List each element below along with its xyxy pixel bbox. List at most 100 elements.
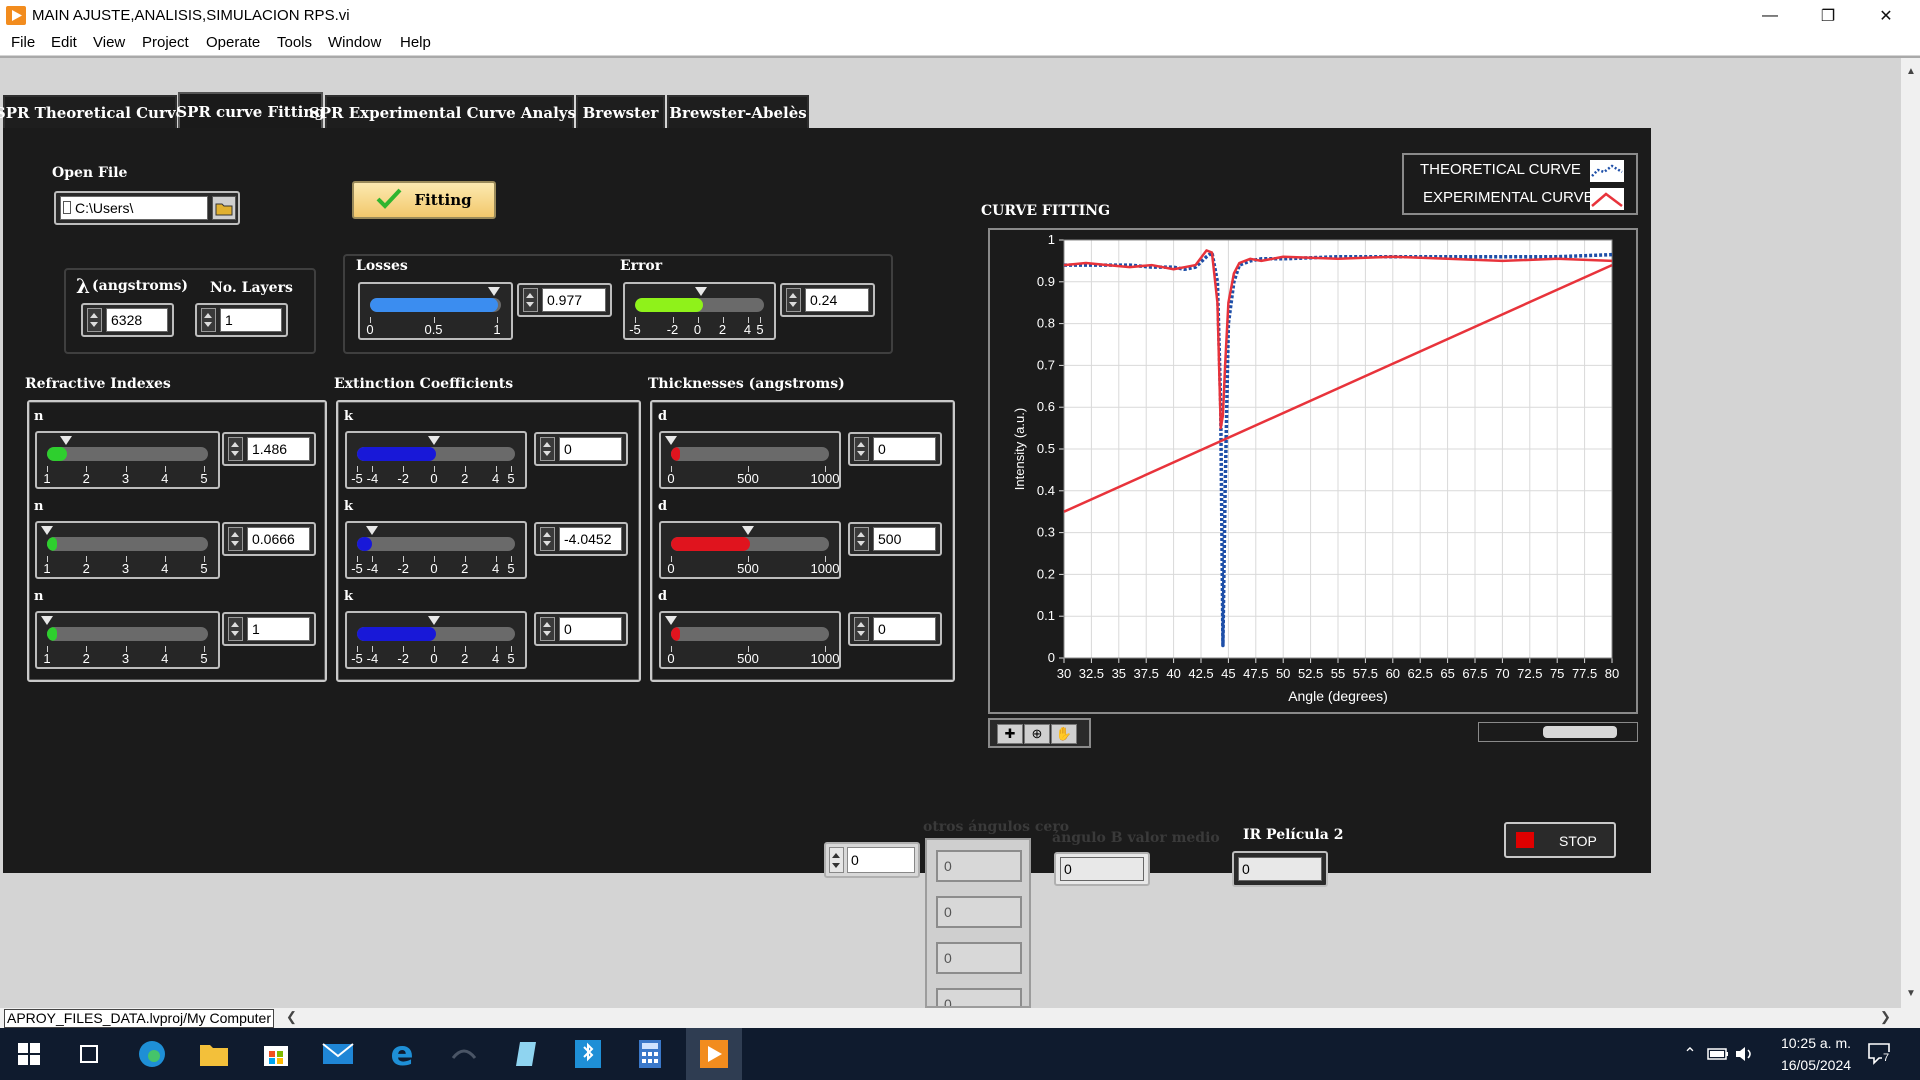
slider-thumb[interactable]: [41, 526, 53, 535]
slider-track[interactable]: [357, 537, 515, 551]
refractive-slider-1[interactable]: 1 2 3 4 5: [35, 431, 220, 489]
app-icon-dim[interactable]: [446, 1036, 482, 1072]
fitting-button[interactable]: Fitting: [352, 181, 496, 219]
spin-buttons[interactable]: [540, 527, 555, 551]
thickness-value-1[interactable]: 0: [873, 437, 936, 461]
spin-buttons[interactable]: [854, 437, 869, 461]
curve-fitting-graph[interactable]: 30 32.5 35 37.5 40 42.5 45 47.5 50 52.5 55 57.5 60 62…: [988, 228, 1638, 714]
tab-spr-curve-fitting[interactable]: SPR curve Fitting: [176, 92, 325, 130]
notifications-icon[interactable]: 7: [1862, 1036, 1898, 1072]
refractive-value-1[interactable]: 1.486: [247, 437, 310, 461]
layers-value[interactable]: 1: [220, 308, 282, 332]
spin-buttons[interactable]: [540, 437, 555, 461]
array-index-control[interactable]: 0: [824, 842, 920, 878]
wavelength-value[interactable]: 6328: [106, 308, 168, 332]
error-slider[interactable]: -5 -2 0 2 4 5: [623, 282, 776, 340]
calculator-icon[interactable]: [632, 1036, 668, 1072]
folder-open-icon[interactable]: [212, 196, 236, 220]
notes-app-icon[interactable]: [508, 1036, 544, 1072]
file-path-input[interactable]: C:\Users\: [60, 196, 208, 220]
minimize-icon[interactable]: —: [1741, 0, 1799, 31]
restore-icon[interactable]: ❐: [1799, 0, 1857, 31]
spin-buttons[interactable]: [228, 527, 243, 551]
thickness-numeric-3[interactable]: 0: [848, 612, 942, 646]
slider-thumb[interactable]: [428, 436, 440, 445]
extinction-numeric-2[interactable]: -4.0452: [534, 522, 628, 556]
slider-thumb[interactable]: [665, 616, 677, 625]
edge-browser-icon[interactable]: [134, 1036, 170, 1072]
slider-track[interactable]: [635, 298, 764, 312]
error-value[interactable]: 0.24: [805, 288, 869, 312]
thickness-value-2[interactable]: 500: [873, 527, 936, 551]
losses-value[interactable]: 0.977: [542, 288, 606, 312]
spin-buttons[interactable]: [201, 308, 216, 332]
layers-numeric[interactable]: 1: [195, 303, 288, 337]
vertical-scrollbar[interactable]: ▲ ▼: [1901, 58, 1920, 1008]
slider-thumb[interactable]: [488, 287, 501, 296]
slider-track[interactable]: [671, 537, 829, 551]
scrollbar-thumb[interactable]: [1543, 726, 1617, 738]
bluetooth-app-icon[interactable]: [570, 1036, 606, 1072]
graph-scrollbar[interactable]: [1478, 722, 1638, 742]
array-index-value[interactable]: 0: [847, 847, 915, 873]
menu-project[interactable]: Project: [136, 34, 195, 51]
pan-hand-icon[interactable]: ✋: [1051, 724, 1077, 744]
extinction-slider-3[interactable]: -5 -4 -2 0 2 4 5: [345, 611, 527, 669]
refractive-value-2[interactable]: 0.0666: [247, 527, 310, 551]
thickness-slider-2[interactable]: 0 500 1000: [659, 521, 841, 579]
extinction-value-2[interactable]: -4.0452: [559, 527, 622, 551]
menu-tools[interactable]: Tools: [271, 34, 318, 51]
thickness-slider-1[interactable]: 0 500 1000: [659, 431, 841, 489]
slider-thumb[interactable]: [41, 616, 53, 625]
labview-taskbar-icon[interactable]: [686, 1028, 742, 1080]
slider-track[interactable]: [47, 537, 208, 551]
task-view-icon[interactable]: [71, 1036, 107, 1072]
slider-track[interactable]: [47, 627, 208, 641]
extinction-value-3[interactable]: 0: [559, 617, 622, 641]
slider-track[interactable]: [671, 447, 829, 461]
slider-track[interactable]: [47, 447, 208, 461]
wavelength-numeric[interactable]: 6328: [81, 303, 174, 337]
clock-date[interactable]: 16/05/2024: [1764, 1057, 1868, 1073]
losses-slider[interactable]: 0 0.5 1: [358, 282, 513, 340]
tab-spr-experimental-curve-analysis[interactable]: SPR Experimental Curve Analysis: [309, 95, 590, 128]
slider-thumb[interactable]: [365, 526, 378, 535]
extinction-slider-2[interactable]: -5 -4 -2 0 2 4 5: [345, 521, 527, 579]
slider-track[interactable]: [357, 447, 515, 461]
refractive-numeric-3[interactable]: 1: [222, 612, 316, 646]
volume-icon[interactable]: [1727, 1036, 1763, 1072]
slider-thumb[interactable]: [694, 287, 707, 296]
menu-window[interactable]: Window: [322, 34, 387, 51]
slider-track[interactable]: [671, 627, 829, 641]
zoom-icon[interactable]: ⊕: [1024, 724, 1050, 744]
scroll-left-icon[interactable]: ❮: [286, 1009, 297, 1025]
refractive-numeric-2[interactable]: 0.0666: [222, 522, 316, 556]
extinction-slider-1[interactable]: -5 -4 -2 0 2 4 5: [345, 431, 527, 489]
losses-numeric[interactable]: 0.977: [517, 283, 612, 317]
extinction-numeric-3[interactable]: 0: [534, 612, 628, 646]
spin-buttons[interactable]: [228, 437, 243, 461]
microsoft-store-icon[interactable]: [258, 1036, 294, 1072]
file-explorer-icon[interactable]: [196, 1036, 232, 1072]
spin-buttons[interactable]: [540, 617, 555, 641]
spin-buttons[interactable]: [523, 288, 538, 312]
tab-brewster[interactable]: Brewster: [576, 95, 665, 128]
scroll-right-icon[interactable]: ❯: [1880, 1009, 1891, 1025]
slider-thumb[interactable]: [742, 526, 754, 535]
spin-buttons[interactable]: [786, 288, 801, 312]
refractive-numeric-1[interactable]: 1.486: [222, 432, 316, 466]
windows-start-icon[interactable]: [11, 1036, 47, 1072]
menu-view[interactable]: View: [87, 34, 131, 51]
thickness-slider-3[interactable]: 0 500 1000: [659, 611, 841, 669]
scroll-up-icon[interactable]: ▲: [1906, 66, 1916, 77]
spin-buttons[interactable]: [854, 617, 869, 641]
thickness-numeric-2[interactable]: 500: [848, 522, 942, 556]
close-icon[interactable]: ✕: [1857, 0, 1915, 31]
menu-operate[interactable]: Operate: [200, 34, 266, 51]
slider-thumb[interactable]: [60, 436, 73, 445]
tab-brewster-abeles[interactable]: Brewster-Abelès: [667, 95, 809, 128]
refractive-value-3[interactable]: 1: [247, 617, 310, 641]
stop-button[interactable]: STOP: [1504, 822, 1616, 858]
error-numeric[interactable]: 0.24: [780, 283, 875, 317]
spin-buttons[interactable]: [87, 308, 102, 332]
